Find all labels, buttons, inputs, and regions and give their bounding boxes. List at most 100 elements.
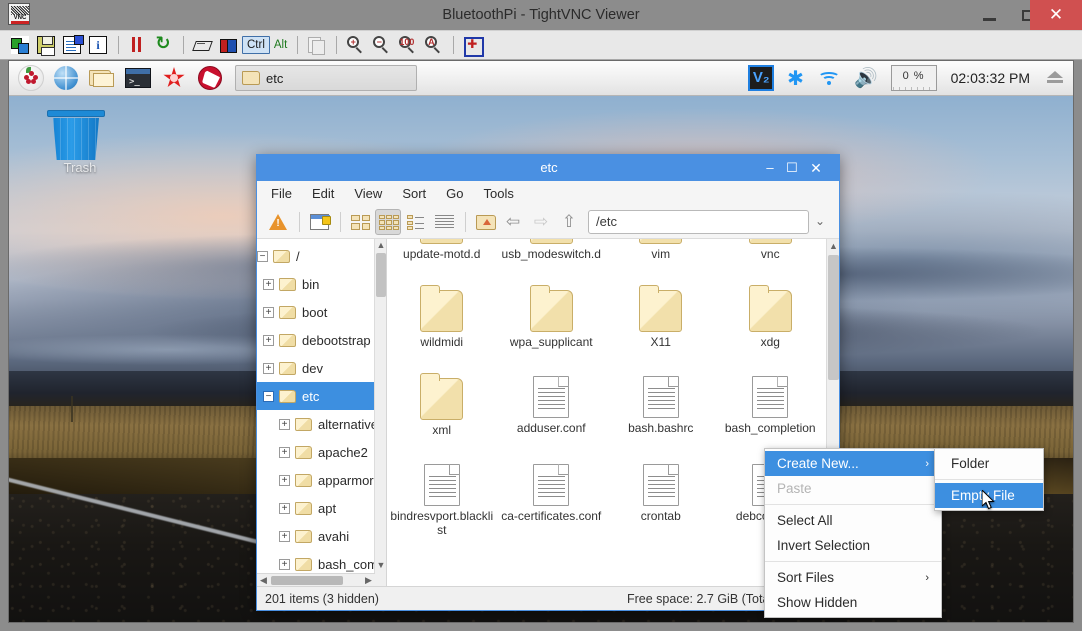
tree-item-apparmor[interactable]: + apparmor bbox=[257, 466, 375, 494]
scroll-up-icon[interactable]: ▲ bbox=[827, 239, 839, 253]
menu-view[interactable]: View bbox=[352, 185, 384, 202]
expand-icon[interactable]: + bbox=[263, 306, 274, 318]
menu-item-create-new[interactable]: Create New... › bbox=[765, 451, 941, 476]
file-item[interactable]: xml bbox=[387, 369, 497, 457]
collapse-icon[interactable]: − bbox=[263, 390, 274, 402]
scrollbar-thumb[interactable] bbox=[828, 255, 839, 380]
path-input[interactable]: /etc bbox=[588, 209, 809, 234]
tree-item-alternatives[interactable]: + alternatives bbox=[257, 410, 384, 438]
file-item[interactable]: ca-certificates.conf bbox=[497, 457, 607, 545]
scroll-up-icon[interactable]: ▲ bbox=[375, 239, 386, 252]
scrollbar-thumb[interactable] bbox=[376, 253, 386, 297]
home-icon[interactable] bbox=[472, 209, 498, 235]
remote-desktop-viewport[interactable]: >_ etc V₂ ✱ 🔊 0 % 02:03:32 PM Trash etc … bbox=[8, 60, 1074, 623]
tree-horizontal-scrollbar[interactable]: ◀ ▶ bbox=[257, 573, 375, 586]
menu-go[interactable]: Go bbox=[444, 185, 465, 202]
scroll-right-icon[interactable]: ▶ bbox=[362, 574, 375, 586]
menu-tools[interactable]: Tools bbox=[482, 185, 516, 202]
raspberry-menu-icon[interactable] bbox=[13, 61, 47, 95]
connection-info-icon[interactable] bbox=[86, 33, 110, 57]
fm-close-button[interactable]: ✕ bbox=[805, 155, 827, 181]
tree-item-debootstrap[interactable]: + debootstrap bbox=[257, 326, 375, 354]
file-item[interactable]: vnc bbox=[716, 239, 826, 281]
send-keys-icon[interactable] bbox=[190, 33, 214, 57]
expand-icon[interactable]: + bbox=[279, 474, 290, 486]
menu-item-invert-selection[interactable]: Invert Selection bbox=[765, 533, 941, 558]
large-icons-view-icon[interactable] bbox=[347, 209, 373, 235]
forward-arrow-icon[interactable]: ⇨ bbox=[528, 209, 554, 235]
small-icons-view-icon[interactable] bbox=[375, 208, 401, 235]
zoom-out-icon[interactable]: − bbox=[369, 33, 393, 57]
expand-icon[interactable]: + bbox=[263, 278, 274, 290]
file-item[interactable]: adduser.conf bbox=[497, 369, 607, 457]
transfer-clipboard-icon[interactable] bbox=[304, 33, 328, 57]
new-connection-icon[interactable] bbox=[8, 33, 32, 57]
menu-file[interactable]: File bbox=[269, 185, 294, 202]
desktop-trash-icon[interactable]: Trash bbox=[44, 110, 116, 175]
file-item[interactable]: wpa_supplicant bbox=[497, 281, 607, 369]
file-item[interactable]: update-motd.d bbox=[387, 239, 497, 281]
file-manager-title-bar[interactable]: etc – ☐ ✕ bbox=[257, 155, 839, 181]
eject-icon[interactable] bbox=[1045, 70, 1065, 86]
file-item[interactable]: bash_completion bbox=[716, 369, 826, 457]
directory-tree-pane[interactable]: − / + bin + boot + debootstrap + dev − etc + alternat… bbox=[257, 239, 387, 586]
new-tab-icon[interactable] bbox=[306, 209, 332, 235]
menu-edit[interactable]: Edit bbox=[310, 185, 336, 202]
web-browser-icon[interactable] bbox=[49, 61, 83, 95]
vnc-server-tray-icon[interactable]: V₂ bbox=[748, 65, 775, 91]
expand-icon[interactable]: + bbox=[279, 502, 290, 514]
menu-item-show-hidden[interactable]: Show Hidden bbox=[765, 590, 941, 615]
fm-maximize-button[interactable]: ☐ bbox=[781, 155, 803, 181]
clock[interactable]: 02:03:32 PM bbox=[951, 66, 1030, 90]
zoom-auto-icon[interactable]: A bbox=[421, 33, 445, 57]
fm-minimize-button[interactable]: – bbox=[759, 155, 781, 181]
volume-icon[interactable]: 🔊 bbox=[854, 66, 878, 90]
refresh-icon[interactable] bbox=[151, 33, 175, 57]
expand-icon[interactable]: + bbox=[279, 418, 290, 430]
submenu-item-folder[interactable]: Folder bbox=[935, 451, 1043, 476]
tree-item--[interactable]: − / bbox=[257, 242, 375, 270]
back-arrow-icon[interactable]: ⇦ bbox=[500, 209, 526, 235]
scrollbar-thumb[interactable] bbox=[271, 576, 343, 585]
cpu-usage-monitor[interactable]: 0 % bbox=[890, 65, 937, 91]
chevron-down-icon[interactable]: ⌄ bbox=[809, 210, 831, 234]
zoom-in-icon[interactable]: + bbox=[343, 33, 367, 57]
bluetooth-icon[interactable]: ✱ bbox=[787, 66, 804, 90]
vnc-minimize-button[interactable] bbox=[972, 0, 1010, 30]
taskbar-window-button-etc[interactable]: etc bbox=[235, 65, 417, 91]
file-item[interactable]: usb_modeswitch.d bbox=[497, 239, 607, 281]
scroll-left-icon[interactable]: ◀ bbox=[257, 574, 270, 586]
expand-icon[interactable]: + bbox=[279, 530, 290, 542]
fullscreen-icon[interactable] bbox=[460, 33, 485, 57]
wifi-icon[interactable] bbox=[817, 70, 840, 86]
file-item[interactable]: crontab bbox=[606, 457, 716, 545]
save-session-icon[interactable] bbox=[34, 33, 58, 57]
expand-icon[interactable]: + bbox=[263, 362, 274, 374]
ctrl-key-button[interactable]: Ctrl bbox=[242, 36, 270, 54]
file-item[interactable]: X11 bbox=[606, 281, 716, 369]
expand-icon[interactable]: + bbox=[279, 446, 290, 458]
warning-icon[interactable] bbox=[265, 209, 291, 235]
tree-item-etc[interactable]: − etc bbox=[257, 382, 375, 410]
zoom-100-icon[interactable]: 100 bbox=[395, 33, 419, 57]
vnc-close-button[interactable]: ✕ bbox=[1030, 0, 1082, 30]
pause-icon[interactable] bbox=[125, 33, 149, 57]
detailed-list-view-icon[interactable] bbox=[431, 209, 457, 235]
terminal-icon[interactable]: >_ bbox=[121, 61, 155, 95]
collapse-icon[interactable]: − bbox=[257, 250, 268, 262]
tree-item-boot[interactable]: + boot bbox=[257, 298, 375, 326]
menu-item-select-all[interactable]: Select All bbox=[765, 508, 941, 533]
file-item[interactable]: xdg bbox=[716, 281, 826, 369]
file-item[interactable]: bindresvport.blacklist bbox=[387, 457, 497, 545]
tree-item-apache2[interactable]: + apache2 bbox=[257, 438, 375, 466]
up-arrow-icon[interactable]: ⇧ bbox=[556, 209, 582, 235]
thumbnail-view-icon[interactable] bbox=[403, 209, 429, 235]
tree-item-apt[interactable]: + apt bbox=[257, 494, 375, 522]
menu-item-sort-files[interactable]: Sort Files › bbox=[765, 565, 941, 590]
connection-options-icon[interactable] bbox=[60, 33, 84, 57]
expand-icon[interactable]: + bbox=[279, 558, 290, 570]
file-item[interactable]: vim bbox=[606, 239, 716, 281]
file-manager-icon[interactable] bbox=[85, 61, 119, 95]
tree-item-avahi[interactable]: + avahi bbox=[257, 522, 375, 550]
file-item[interactable]: wildmidi bbox=[387, 281, 497, 369]
